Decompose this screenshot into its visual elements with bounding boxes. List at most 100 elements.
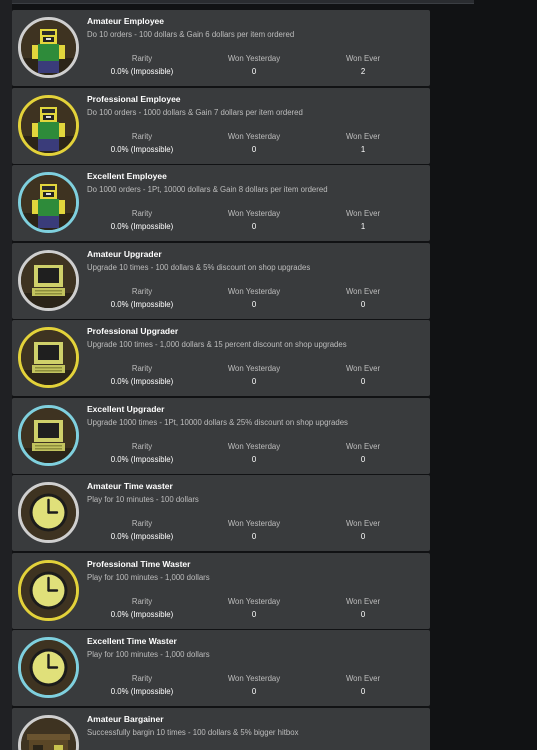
won-ever-stat: Won Ever 0 xyxy=(328,674,398,696)
won-ever-value: 0 xyxy=(360,299,366,309)
badge-card[interactable]: Amateur Time waster Play for 10 minutes … xyxy=(12,475,430,551)
rarity-stat: Rarity 0.0% (Impossible) xyxy=(98,674,186,696)
won-ever-stat: Won Ever 0 xyxy=(328,287,398,309)
badge-card[interactable]: Professional Time Waster Play for 100 mi… xyxy=(12,552,430,629)
badges-page: Amateur Employee Do 10 orders - 100 doll… xyxy=(0,0,537,750)
rarity-stat: Rarity 0.0% (Impossible) xyxy=(98,54,186,76)
badge-description: Do 10 orders - 100 dollars & Gain 6 doll… xyxy=(87,30,295,39)
rarity-value: 0.0% (Impossible) xyxy=(110,687,174,696)
won-ever-stat: Won Ever 1 xyxy=(328,209,398,231)
badge-card[interactable]: Excellent Time Waster Play for 100 minut… xyxy=(12,630,430,706)
computer-icon xyxy=(21,407,76,463)
won-yesterday-label: Won Yesterday xyxy=(227,441,281,451)
rarity-value: 0.0% (Impossible) xyxy=(110,299,174,309)
won-yesterday-label: Won Yesterday xyxy=(227,54,281,63)
badge-image[interactable] xyxy=(18,327,79,388)
won-yesterday-stat: Won Yesterday 0 xyxy=(214,442,294,464)
won-yesterday-stat: Won Yesterday 0 xyxy=(214,132,294,154)
badge-description: Upgrade 10 times - 100 dollars & 5% disc… xyxy=(87,262,311,272)
badge-title[interactable]: Amateur Upgrader xyxy=(87,249,162,259)
won-ever-stat: Won Ever 0 xyxy=(328,519,398,541)
won-ever-stat: Won Ever 1 xyxy=(328,132,398,154)
rarity-value: 0.0% (Impossible) xyxy=(110,144,174,154)
left-rail xyxy=(0,0,12,750)
badge-image[interactable] xyxy=(18,94,79,156)
rarity-value: 0.0% (Impossible) xyxy=(110,532,174,541)
won-ever-label: Won Ever xyxy=(345,364,381,373)
won-yesterday-label: Won Yesterday xyxy=(227,286,281,296)
badge-image[interactable] xyxy=(18,249,79,311)
badge-image[interactable] xyxy=(18,714,79,750)
badge-image[interactable] xyxy=(18,559,79,621)
won-yesterday-label: Won Yesterday xyxy=(227,596,281,606)
badge-title[interactable]: Amateur Time waster xyxy=(87,481,173,491)
badge-description: Upgrade 100 times - 1,000 dollars & 15 p… xyxy=(87,340,347,349)
badge-image[interactable] xyxy=(18,172,79,233)
won-ever-label: Won Ever xyxy=(345,674,381,683)
won-yesterday-label: Won Yesterday xyxy=(227,674,281,683)
badge-card[interactable]: Excellent Employee Do 1000 orders - 1Pt,… xyxy=(12,165,430,241)
won-ever-value: 0 xyxy=(360,609,366,619)
badge-description: Do 1000 orders - 1Pt, 10000 dollars & Ga… xyxy=(87,185,328,194)
rarity-value: 0.0% (Impossible) xyxy=(110,222,174,231)
badge-card[interactable]: Amateur Upgrader Upgrade 10 times - 100 … xyxy=(12,242,430,319)
won-yesterday-value: 0 xyxy=(251,609,257,619)
rarity-stat: Rarity 0.0% (Impossible) xyxy=(98,519,186,541)
rarity-stat: Rarity 0.0% (Impossible) xyxy=(98,132,186,154)
won-ever-value: 0 xyxy=(360,532,366,541)
rarity-label: Rarity xyxy=(131,209,153,218)
won-ever-label: Won Ever xyxy=(345,209,381,218)
badge-card[interactable]: Excellent Upgrader Upgrade 1000 times - … xyxy=(12,397,430,474)
badge-title[interactable]: Excellent Time Waster xyxy=(87,636,177,646)
computer-icon xyxy=(21,330,76,385)
badge-title[interactable]: Amateur Employee xyxy=(87,16,164,26)
badge-description: Play for 100 minutes - 1,000 dollars xyxy=(87,650,210,659)
badge-image[interactable] xyxy=(18,17,79,78)
badge-title[interactable]: Excellent Employee xyxy=(87,171,167,181)
won-ever-label: Won Ever xyxy=(345,54,381,63)
won-yesterday-value: 0 xyxy=(251,299,257,309)
badge-image[interactable] xyxy=(18,482,79,543)
badge-image[interactable] xyxy=(18,404,79,466)
won-ever-value: 1 xyxy=(360,144,366,154)
won-ever-value: 0 xyxy=(360,454,366,464)
won-yesterday-stat: Won Yesterday 0 xyxy=(214,364,294,386)
badge-card[interactable]: Amateur Employee Do 10 orders - 100 doll… xyxy=(12,10,430,86)
rarity-label: Rarity xyxy=(131,54,153,63)
won-yesterday-label: Won Yesterday xyxy=(227,519,281,528)
won-ever-label: Won Ever xyxy=(345,441,381,451)
badge-title[interactable]: Amateur Bargainer xyxy=(87,714,164,724)
won-yesterday-label: Won Yesterday xyxy=(227,364,281,373)
badge-card[interactable]: Professional Employee Do 100 orders - 10… xyxy=(12,87,430,164)
won-yesterday-stat: Won Yesterday 0 xyxy=(214,54,294,76)
top-divider xyxy=(0,0,474,4)
rarity-stat: Rarity 0.0% (Impossible) xyxy=(98,287,186,309)
won-yesterday-stat: Won Yesterday 0 xyxy=(214,209,294,231)
rarity-label: Rarity xyxy=(131,441,153,451)
rarity-label: Rarity xyxy=(131,286,153,296)
rarity-stat: Rarity 0.0% (Impossible) xyxy=(98,364,186,386)
badge-image[interactable] xyxy=(18,637,79,698)
employee-icon xyxy=(21,175,76,230)
won-yesterday-value: 0 xyxy=(251,454,257,464)
won-yesterday-value: 0 xyxy=(251,532,257,541)
won-ever-stat: Won Ever 0 xyxy=(328,442,398,464)
won-yesterday-stat: Won Yesterday 0 xyxy=(214,519,294,541)
badge-description: Upgrade 1000 times - 1Pt, 10000 dollars … xyxy=(87,417,348,427)
won-ever-value: 0 xyxy=(360,377,366,386)
badge-title[interactable]: Professional Time Waster xyxy=(87,559,190,569)
badge-title[interactable]: Professional Employee xyxy=(87,94,181,104)
won-ever-label: Won Ever xyxy=(345,286,381,296)
badge-title[interactable]: Professional Upgrader xyxy=(87,326,178,336)
won-ever-label: Won Ever xyxy=(345,131,381,141)
badge-title[interactable]: Excellent Upgrader xyxy=(87,404,164,414)
won-yesterday-stat: Won Yesterday 0 xyxy=(214,597,294,619)
won-yesterday-value: 0 xyxy=(251,67,257,76)
badge-card[interactable]: Professional Upgrader Upgrade 100 times … xyxy=(12,320,430,396)
won-yesterday-value: 0 xyxy=(251,687,257,696)
won-yesterday-value: 0 xyxy=(251,377,257,386)
badge-description: Successfully bargin 10 times - 100 dolla… xyxy=(87,727,299,737)
computer-icon xyxy=(21,252,76,308)
clock-icon xyxy=(21,562,76,618)
badge-card[interactable]: Amateur Bargainer Successfully bargin 10… xyxy=(12,707,430,750)
